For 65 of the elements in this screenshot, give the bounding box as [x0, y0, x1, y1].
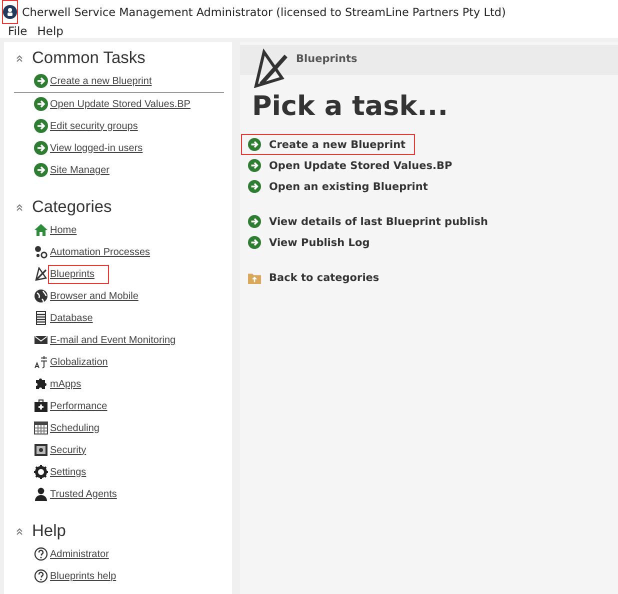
sidebar-link[interactable]: Automation Processes: [48, 242, 166, 262]
globe-icon: [34, 289, 48, 303]
arrow-circle-icon: [248, 159, 261, 172]
characters-icon: [34, 355, 48, 369]
sidebar-link[interactable]: Home: [48, 220, 92, 240]
page-heading: Pick a task...: [252, 91, 449, 122]
arrow-circle-icon: [248, 215, 261, 228]
question-circle-icon: [34, 569, 48, 583]
sidebar-link[interactable]: Create a new Blueprint: [48, 72, 167, 90]
section-title: Categories: [32, 198, 112, 216]
task-link[interactable]: View details of last Blueprint publish: [241, 211, 497, 232]
app-icon[interactable]: [2, 0, 18, 24]
sidebar-link[interactable]: Database: [48, 308, 108, 328]
header-title: Blueprints: [296, 53, 358, 65]
menu-item[interactable]: Help: [37, 24, 64, 38]
section-title: Help: [32, 522, 66, 540]
gears-icon: [34, 245, 48, 259]
sidebar-link[interactable]: Administrator: [48, 544, 124, 564]
arrow-circle-icon: [34, 119, 48, 133]
sidebar-link[interactable]: E-mail and Event Monitoring: [48, 330, 191, 350]
puzzle-icon: [34, 377, 48, 391]
folder-up-icon: [248, 271, 261, 284]
arrow-circle-icon: [34, 141, 48, 155]
sidebar-link[interactable]: View logged-in users: [48, 138, 158, 158]
window-title: Cherwell Service Management Administrator (licensed to StreamLine Partners Pty Ltd): [22, 6, 506, 18]
sidebar-link[interactable]: Edit security groups: [48, 116, 153, 136]
medical-kit-icon: [34, 399, 48, 413]
house-icon: [34, 223, 48, 237]
sidebar-link[interactable]: Scheduling: [48, 418, 114, 438]
collapse-icon[interactable]: [16, 54, 23, 62]
sidebar-link[interactable]: Globalization: [48, 352, 123, 372]
task-link[interactable]: Open an existing Blueprint: [241, 176, 437, 197]
database-icon: [34, 311, 48, 325]
arrow-circle-icon: [248, 138, 261, 151]
sidebar-link[interactable]: mApps: [48, 374, 96, 394]
sidebar-link[interactable]: Security: [48, 440, 102, 460]
sidebar-link[interactable]: Site Manager: [48, 160, 124, 180]
sidebar-link[interactable]: Settings: [48, 462, 102, 482]
section-title: Common Tasks: [32, 48, 146, 68]
sidebar-link[interactable]: Open Update Stored Values.BP: [48, 94, 206, 114]
sidebar-link[interactable]: Trusted Agents: [48, 484, 132, 504]
sidebar-link[interactable]: Blueprints: [48, 264, 110, 284]
sidebar-link[interactable]: Performance: [48, 396, 122, 416]
collapse-icon[interactable]: [16, 204, 23, 210]
envelope-icon: [34, 333, 48, 347]
person-icon: [34, 487, 48, 501]
task-link[interactable]: Create a new Blueprint: [241, 134, 415, 155]
sidebar-link[interactable]: Blueprints help: [48, 566, 132, 586]
calendar-icon: [34, 421, 48, 435]
arrow-circle-icon: [248, 180, 261, 193]
menu-item[interactable]: File: [8, 24, 28, 38]
arrow-circle-icon: [34, 97, 48, 111]
collapse-icon[interactable]: [16, 528, 23, 534]
sidebar-link[interactable]: Browser and Mobile: [48, 286, 154, 306]
gear-icon: [34, 465, 48, 479]
task-link[interactable]: View Publish Log: [241, 232, 379, 253]
triangle-ruler-icon: [252, 48, 288, 88]
task-link[interactable]: Open Update Stored Values.BP: [241, 155, 462, 176]
safe-icon: [34, 443, 48, 457]
triangle-ruler-icon: [34, 267, 48, 281]
arrow-circle-icon: [34, 163, 48, 177]
question-circle-icon: [34, 547, 48, 561]
arrow-circle-icon: [248, 236, 261, 249]
arrow-circle-icon: [34, 74, 48, 88]
task-link[interactable]: Back to categories: [241, 267, 388, 288]
